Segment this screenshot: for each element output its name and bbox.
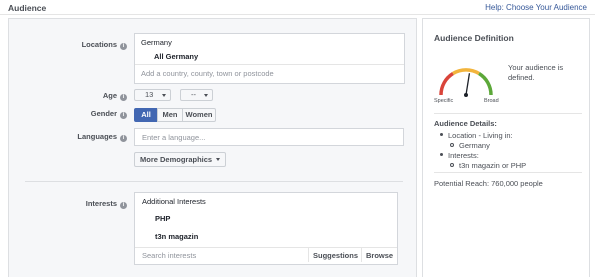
definition-title: Audience Definition — [434, 33, 514, 43]
interests-footer-divider — [135, 247, 397, 248]
locations-label-text: Locations — [81, 40, 117, 49]
chevron-down-icon — [204, 94, 208, 97]
detail-interests: Interests: — [440, 151, 479, 160]
age-max-value: -- — [191, 90, 196, 99]
interests-box: Additional Interests PHP t3n magazin Sug… — [134, 192, 398, 265]
age-label: Age i — [9, 91, 127, 101]
gender-label: Gender i — [9, 109, 127, 119]
locations-label: Locations i — [9, 40, 127, 50]
locations-box: Germany All Germany — [134, 33, 405, 84]
section-divider — [25, 181, 403, 182]
locations-divider — [135, 64, 404, 65]
reach-divider — [434, 172, 582, 173]
suggestions-button[interactable]: Suggestions — [313, 251, 358, 260]
footer-separator — [308, 248, 309, 262]
detail-interests-value: t3n magazin or PHP — [459, 161, 527, 170]
info-icon[interactable]: i — [120, 202, 127, 209]
gender-label-text: Gender — [90, 109, 117, 118]
audience-size-gauge — [439, 68, 493, 97]
more-demographics-label: More Demographics — [140, 155, 213, 164]
interest-search-input[interactable] — [142, 251, 302, 260]
age-max-select[interactable]: -- — [180, 89, 213, 101]
gender-all-button[interactable]: All — [134, 108, 158, 122]
age-label-text: Age — [102, 91, 117, 100]
section-title: Audience — [8, 3, 47, 13]
gauge-broad-label: Broad — [484, 98, 499, 104]
details-title: Audience Details: — [434, 119, 497, 128]
gender-men-button[interactable]: Men — [157, 108, 183, 122]
chevron-down-icon — [162, 94, 166, 97]
detail-interests-label: Interests: — [448, 151, 479, 160]
help-link[interactable]: Help: Choose Your Audience — [485, 3, 587, 12]
detail-interests-value-row: t3n magazin or PHP — [450, 161, 526, 170]
location-region[interactable]: All Germany — [154, 52, 198, 61]
age-min-select[interactable]: 13 — [134, 89, 171, 101]
audience-form-panel: Locationsi Germany All Germany Agei 13 -… — [8, 18, 417, 277]
footer-separator — [361, 248, 362, 262]
gauge-needle — [465, 73, 471, 96]
detail-location: Location - Living in: — [440, 131, 513, 140]
detail-location-value-row: Germany — [450, 141, 490, 150]
chevron-down-icon — [216, 158, 221, 161]
info-icon[interactable]: i — [120, 135, 127, 142]
info-icon[interactable]: i — [120, 43, 127, 50]
more-demographics-button[interactable]: More Demographics — [134, 152, 227, 167]
detail-location-value: Germany — [459, 141, 490, 150]
potential-reach: Potential Reach: 760,000 people — [434, 179, 543, 188]
age-min-value: 13 — [145, 90, 154, 99]
header-divider — [0, 14, 595, 15]
gauge-hub — [464, 93, 468, 97]
info-icon[interactable]: i — [120, 112, 127, 119]
language-input[interactable] — [134, 128, 404, 146]
audience-status: Your audience is defined. — [508, 63, 564, 82]
definition-divider — [434, 113, 582, 114]
location-search-input[interactable] — [141, 69, 391, 78]
interest-item-php[interactable]: PHP — [155, 214, 170, 223]
gauge-specific-label: Specific — [434, 98, 454, 104]
interests-label: Interests i — [9, 199, 127, 209]
interests-label-text: Interests — [85, 199, 117, 208]
bullet-icon — [450, 163, 454, 167]
info-icon[interactable]: i — [120, 94, 127, 101]
interests-header: Additional Interests — [142, 197, 206, 206]
languages-label-text: Languages — [77, 132, 117, 141]
bullet-icon — [440, 133, 443, 136]
audience-definition-panel: Audience Definition Specific Broad Your … — [422, 18, 590, 277]
languages-label: Languages i — [9, 132, 127, 142]
bullet-icon — [440, 153, 443, 156]
location-country: Germany — [141, 38, 172, 47]
gender-women-button[interactable]: Women — [182, 108, 216, 122]
detail-location-label: Location - Living in: — [448, 131, 513, 140]
bullet-icon — [450, 143, 454, 147]
interest-item-t3n[interactable]: t3n magazin — [155, 232, 198, 241]
browse-button[interactable]: Browse — [366, 251, 393, 260]
gender-toggle-group: All Men Women — [134, 108, 216, 122]
